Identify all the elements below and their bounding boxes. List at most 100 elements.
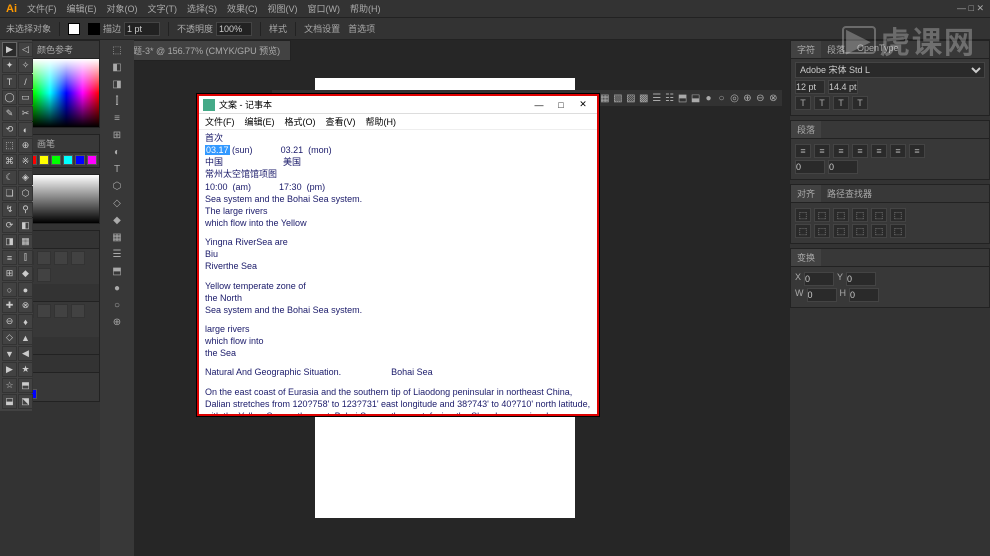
np-menu-help[interactable]: 帮助(H) <box>366 115 397 128</box>
align-btn[interactable]: ≡ <box>890 144 906 158</box>
align-icon[interactable]: ⬚ <box>890 208 906 222</box>
tool-3[interactable]: ✧ <box>18 58 33 73</box>
align-icon[interactable]: ⬚ <box>871 208 887 222</box>
menu-object[interactable]: 对象(O) <box>107 2 138 15</box>
dist-icon[interactable]: ⬚ <box>814 224 830 238</box>
tool-31[interactable]: ● <box>18 282 33 297</box>
strip-icon-11[interactable]: ▦ <box>102 229 132 245</box>
dist-icon[interactable]: ⬚ <box>852 224 868 238</box>
align-left-icon[interactable]: ≡ <box>795 144 811 158</box>
tool-26[interactable]: ≡ <box>2 250 17 265</box>
tool-45[interactable]: ⬔ <box>18 394 33 409</box>
strip-icon-15[interactable]: ○ <box>102 297 132 313</box>
tool-40[interactable]: ▶ <box>2 362 17 377</box>
tool-44[interactable]: ⬓ <box>2 394 17 409</box>
tool-29[interactable]: ◆ <box>18 266 33 281</box>
notepad-textarea[interactable]: 首次 03.17 (sun) 03.21 (mon) 中国 美国 常州太空馆馆项… <box>199 130 597 414</box>
font-family-select[interactable]: Adobe 宋体 Std L <box>795 62 985 78</box>
fill-swatch[interactable] <box>68 23 80 35</box>
tool-16[interactable]: ☾ <box>2 170 17 185</box>
menu-window[interactable]: 窗口(W) <box>308 2 341 15</box>
indent-input[interactable] <box>795 160 825 174</box>
menu-file[interactable]: 文件(F) <box>27 2 57 15</box>
tool-43[interactable]: ⬒ <box>18 378 33 393</box>
transform-tab[interactable]: 变换 <box>791 249 821 266</box>
strip-icon-4[interactable]: ≡ <box>102 110 132 126</box>
tool-27[interactable]: ⫿ <box>18 250 33 265</box>
tool-37[interactable]: ▲ <box>18 330 33 345</box>
tool-38[interactable]: ▼ <box>2 346 17 361</box>
ctx-icon-29[interactable]: ☰ <box>652 91 662 105</box>
tool-28[interactable]: ⊞ <box>2 266 17 281</box>
pathfinder-tab[interactable]: 路径查找器 <box>821 185 878 202</box>
align-btn[interactable]: ≡ <box>871 144 887 158</box>
align-icon[interactable]: ⬚ <box>833 208 849 222</box>
tool-24[interactable]: ◨ <box>2 234 17 249</box>
char-tab[interactable]: 字符 <box>791 41 821 58</box>
char-btn[interactable]: T <box>852 96 868 110</box>
ctx-icon-31[interactable]: ⬒ <box>678 91 688 105</box>
stroke-weight-input[interactable] <box>124 22 160 36</box>
tool-23[interactable]: ◧ <box>18 218 33 233</box>
strip-icon-10[interactable]: ◆ <box>102 212 132 228</box>
transform-w-input[interactable] <box>807 288 837 302</box>
menu-select[interactable]: 选择(S) <box>187 2 217 15</box>
tool-36[interactable]: ◇ <box>2 330 17 345</box>
ctx-icon-27[interactable]: ▨ <box>626 91 636 105</box>
ctx-icon-25[interactable]: ▦ <box>600 91 610 105</box>
align-justify-icon[interactable]: ≡ <box>852 144 868 158</box>
np-menu-file[interactable]: 文件(F) <box>205 115 235 128</box>
tool-12[interactable]: ⬚ <box>2 138 17 153</box>
leading-input[interactable] <box>828 80 858 94</box>
color-guide-tab[interactable]: 颜色参考 <box>31 41 79 58</box>
tool-2[interactable]: ✦ <box>2 58 17 73</box>
align-btn[interactable]: ≡ <box>909 144 925 158</box>
ctx-icon-30[interactable]: ☷ <box>665 91 675 105</box>
tool-6[interactable]: ◯ <box>2 90 17 105</box>
strip-icon-9[interactable]: ◇ <box>102 195 132 211</box>
tool-19[interactable]: ⬡ <box>18 186 33 201</box>
dist-icon[interactable]: ⬚ <box>833 224 849 238</box>
tool-9[interactable]: ✂ <box>18 106 33 121</box>
opt-style-label[interactable]: 样式 <box>269 22 287 35</box>
menu-help[interactable]: 帮助(H) <box>350 2 381 15</box>
opt-prefs[interactable]: 首选项 <box>348 22 375 35</box>
strip-icon-5[interactable]: ⊞ <box>102 127 132 143</box>
strip-icon-0[interactable]: ⬚ <box>102 42 132 58</box>
ctx-icon-26[interactable]: ▧ <box>613 91 623 105</box>
transform-h-input[interactable] <box>849 288 879 302</box>
strip-icon-3[interactable]: ⫿ <box>102 93 132 109</box>
close-button[interactable]: ✕ <box>573 98 593 112</box>
strip-icon-8[interactable]: ⬡ <box>102 178 132 194</box>
maximize-button[interactable]: □ <box>551 98 571 112</box>
menu-type[interactable]: 文字(T) <box>148 2 178 15</box>
menu-view[interactable]: 视图(V) <box>268 2 298 15</box>
para-tab2[interactable]: 段落 <box>791 121 821 138</box>
tool-25[interactable]: ▦ <box>18 234 33 249</box>
tool-18[interactable]: ❏ <box>2 186 17 201</box>
tool-17[interactable]: ◈ <box>18 170 33 185</box>
ctx-icon-35[interactable]: ◎ <box>729 91 739 105</box>
font-size-input[interactable] <box>795 80 825 94</box>
align-center-icon[interactable]: ≡ <box>814 144 830 158</box>
stroke-swatch[interactable] <box>88 23 100 35</box>
dist-icon[interactable]: ⬚ <box>890 224 906 238</box>
tool-22[interactable]: ⟳ <box>2 218 17 233</box>
minimize-button[interactable]: — <box>529 98 549 112</box>
ctx-icon-32[interactable]: ⬓ <box>691 91 701 105</box>
dist-icon[interactable]: ⬚ <box>871 224 887 238</box>
strip-icon-1[interactable]: ◧ <box>102 59 132 75</box>
dist-icon[interactable]: ⬚ <box>795 224 811 238</box>
tool-14[interactable]: ⌘ <box>2 154 17 169</box>
tool-21[interactable]: ⚲ <box>18 202 33 217</box>
tool-5[interactable]: / <box>18 74 33 89</box>
char-btn[interactable]: T <box>795 96 811 110</box>
menu-effect[interactable]: 效果(C) <box>227 2 258 15</box>
strip-icon-12[interactable]: ☰ <box>102 246 132 262</box>
tool-1[interactable]: ◁ <box>18 42 33 57</box>
ctx-icon-28[interactable]: ▩ <box>639 91 649 105</box>
tool-0[interactable]: ▶ <box>2 42 17 57</box>
tool-7[interactable]: ▭ <box>18 90 33 105</box>
strip-icon-7[interactable]: T <box>102 161 132 177</box>
strip-icon-2[interactable]: ◨ <box>102 76 132 92</box>
